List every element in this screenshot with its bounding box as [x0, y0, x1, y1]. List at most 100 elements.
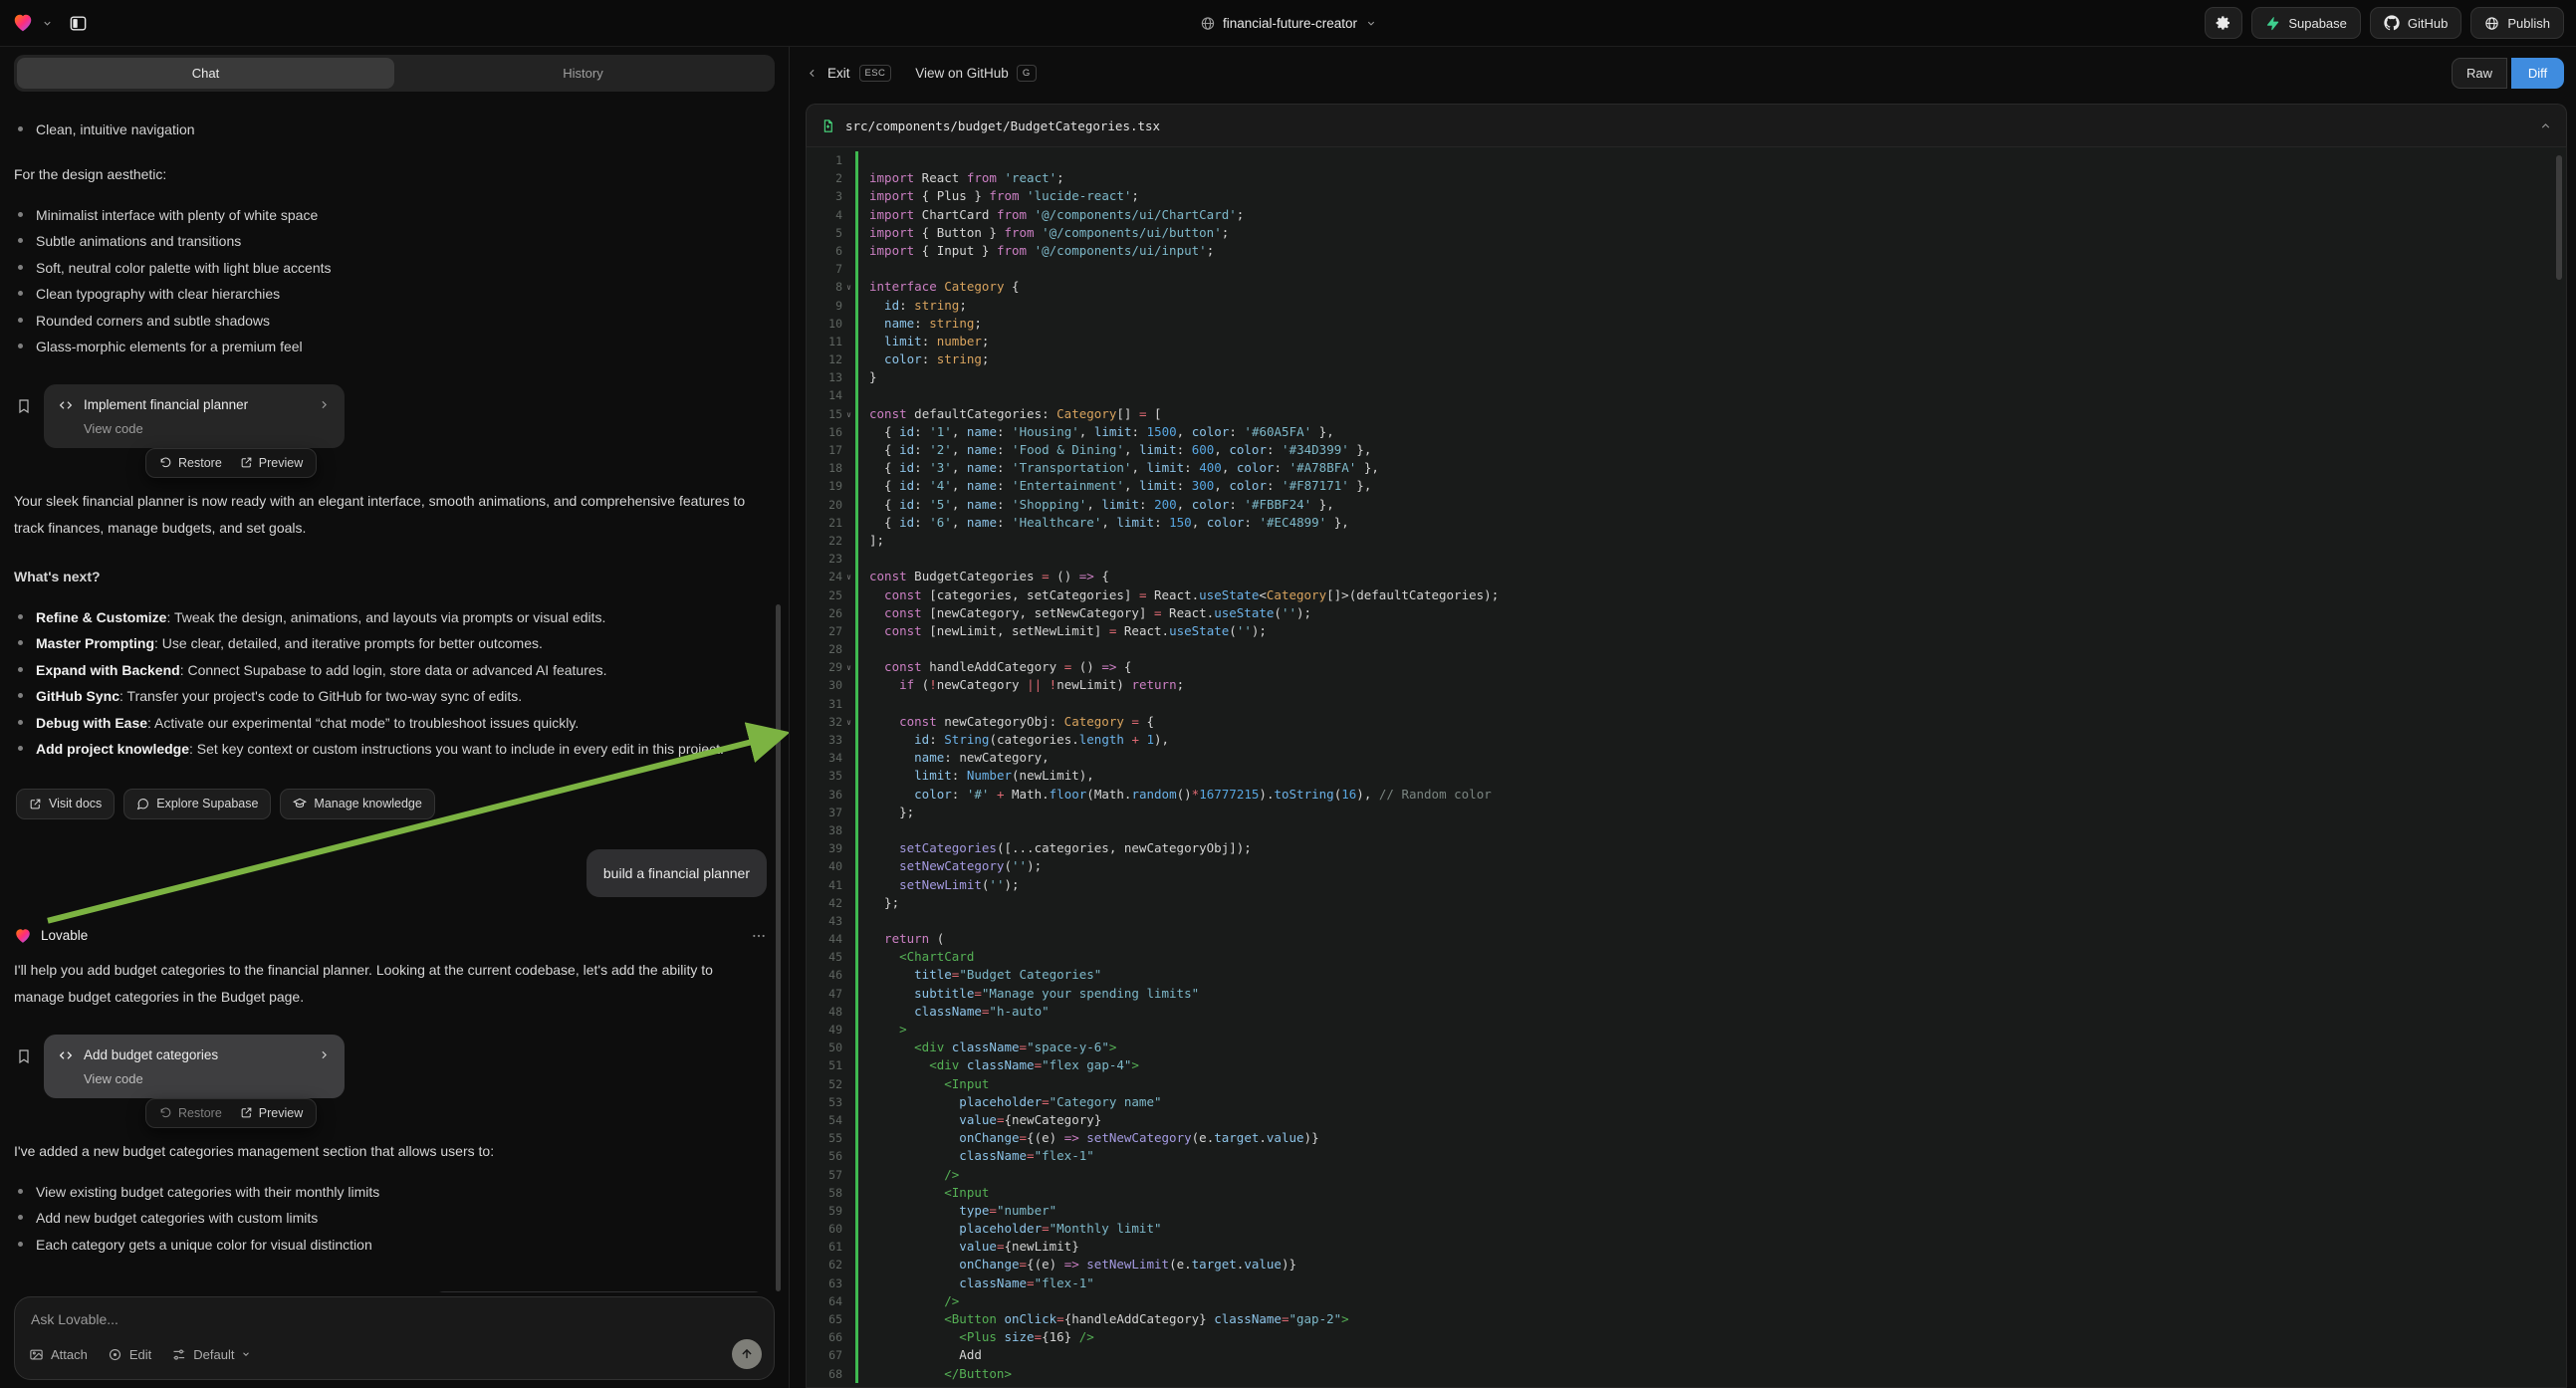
- code-line: 10 name: string;: [807, 315, 2566, 333]
- code-line: 56 className="flex-1": [807, 1147, 2566, 1165]
- target-icon: [108, 1347, 122, 1362]
- github-button[interactable]: GitHub: [2370, 7, 2461, 39]
- publish-button[interactable]: Publish: [2470, 7, 2564, 39]
- preview-button[interactable]: Preview: [240, 1106, 303, 1120]
- list-item: Add new budget categories with custom li…: [18, 1205, 767, 1232]
- code-line: 53 placeholder="Category name": [807, 1093, 2566, 1111]
- code-lines: 12import React from 'react';3import { Pl…: [807, 151, 2566, 1383]
- restore-button[interactable]: Restore: [159, 456, 222, 470]
- attach-image-icon: [29, 1347, 44, 1362]
- agent-name: Lovable: [41, 928, 88, 943]
- bullet-list: View existing budget categories with the…: [14, 1179, 767, 1259]
- code-scrollbar[interactable]: [2556, 155, 2562, 280]
- code-line: 12 color: string;: [807, 350, 2566, 368]
- composer-input[interactable]: Ask Lovable...: [31, 1311, 760, 1327]
- code-line: 46 title="Budget Categories": [807, 966, 2566, 984]
- agent-paragraph: Your sleek financial planner is now read…: [14, 488, 767, 542]
- view-code-link[interactable]: View code: [84, 421, 331, 436]
- tab-history[interactable]: History: [394, 58, 772, 89]
- chat-scrollbar[interactable]: [776, 604, 781, 1291]
- manage-knowledge-button[interactable]: Manage knowledge: [280, 789, 434, 819]
- tab-chat[interactable]: Chat: [17, 58, 394, 89]
- code-area[interactable]: 12import React from 'react';3import { Pl…: [806, 147, 2567, 1388]
- raw-diff-toggle: Raw Diff: [2452, 58, 2564, 89]
- code-line: 11 limit: number;: [807, 333, 2566, 350]
- edit-mode-button[interactable]: Edit: [108, 1347, 151, 1362]
- sidebar-toggle-icon[interactable]: [69, 14, 88, 33]
- bookmark-icon[interactable]: [16, 398, 32, 414]
- bookmark-icon[interactable]: [16, 1048, 32, 1064]
- esc-key-badge: ESC: [859, 65, 892, 82]
- explore-supabase-button[interactable]: Explore Supabase: [123, 789, 271, 819]
- code-icon: [58, 1047, 74, 1063]
- composer[interactable]: Ask Lovable... Attach Edit: [14, 1296, 775, 1380]
- list-item: View existing budget categories with the…: [18, 1179, 767, 1206]
- restore-icon: [159, 1106, 172, 1119]
- agent-paragraph: I'll help you add budget categories to t…: [14, 957, 767, 1011]
- code-line: 54 value={newCategory}: [807, 1111, 2566, 1129]
- external-link-icon: [240, 456, 253, 469]
- exit-button[interactable]: Exit ESC: [806, 65, 891, 82]
- agent-message-header: Lovable: [14, 927, 767, 945]
- list-item: Master Prompting: Use clear, detailed, a…: [18, 630, 767, 657]
- file-card: src/components/budget/BudgetCategories.t…: [806, 104, 2567, 1388]
- project-switcher[interactable]: financial-future-creator: [1200, 0, 1376, 46]
- file-diff-icon: [820, 118, 835, 133]
- supabase-label: Supabase: [2288, 16, 2347, 31]
- view-code-link[interactable]: View code: [84, 1071, 331, 1086]
- code-line: 30 if (!newCategory || !newLimit) return…: [807, 676, 2566, 694]
- code-line: 41 setNewLimit('');: [807, 876, 2566, 894]
- version-card[interactable]: Add budget categories View code: [44, 1035, 345, 1098]
- code-line: 26 const [newCategory, setNewCategory] =…: [807, 604, 2566, 622]
- chat-messages[interactable]: Clean, intuitive navigation For the desi…: [0, 101, 789, 1292]
- code-line: 34 name: newCategory,: [807, 749, 2566, 767]
- code-line: 44 return (: [807, 930, 2566, 948]
- list-item: Subtle animations and transitions: [18, 228, 767, 255]
- raw-toggle-button[interactable]: Raw: [2452, 58, 2507, 89]
- code-line: 45 <ChartCard: [807, 948, 2566, 966]
- code-line: 31: [807, 695, 2566, 713]
- view-on-github-button[interactable]: View on GitHub G: [915, 65, 1036, 82]
- list-item: Refine & Customize: Tweak the design, an…: [18, 604, 767, 631]
- lovable-heart-logo-icon[interactable]: [12, 12, 34, 34]
- collapse-chevron-up-icon[interactable]: [2539, 119, 2552, 132]
- supabase-icon: [2265, 16, 2280, 31]
- code-line: 5import { Button } from '@/components/ui…: [807, 224, 2566, 242]
- more-options-icon[interactable]: [751, 928, 767, 944]
- user-message: build a financial planner: [586, 849, 767, 897]
- design-heading: For the design aesthetic:: [14, 161, 767, 188]
- code-line: 33 id: String(categories.length + 1),: [807, 731, 2566, 749]
- list-item: Add project knowledge: Set key context o…: [18, 736, 767, 763]
- code-line: 59 type="number": [807, 1202, 2566, 1220]
- whats-next-list: Refine & Customize: Tweak the design, an…: [14, 604, 767, 763]
- settings-button[interactable]: [2205, 7, 2242, 39]
- file-header-bar[interactable]: src/components/budget/BudgetCategories.t…: [806, 104, 2567, 147]
- github-icon: [2384, 15, 2400, 31]
- code-line: 51 <div className="flex gap-4">: [807, 1056, 2566, 1074]
- restore-icon: [159, 456, 172, 469]
- code-line: 21 { id: '6', name: 'Healthcare', limit:…: [807, 514, 2566, 532]
- supabase-button[interactable]: Supabase: [2251, 7, 2361, 39]
- chevron-right-icon: [318, 1048, 331, 1061]
- send-button[interactable]: [732, 1339, 762, 1369]
- version-card[interactable]: Implement financial planner View code: [44, 384, 345, 448]
- chevron-down-icon: [241, 1349, 251, 1359]
- preview-button[interactable]: Preview: [240, 456, 303, 470]
- code-line: 62 onChange={(e) => setNewLimit(e.target…: [807, 1256, 2566, 1273]
- code-line: 35 limit: Number(newLimit),: [807, 767, 2566, 785]
- project-chevron-down-icon: [1365, 18, 1376, 29]
- code-line: 68 </Button>: [807, 1365, 2566, 1383]
- visit-docs-button[interactable]: Visit docs: [16, 789, 115, 819]
- diff-toggle-button[interactable]: Diff: [2511, 58, 2564, 89]
- code-line: 27 const [newLimit, setNewLimit] = React…: [807, 622, 2566, 640]
- sliders-icon: [171, 1347, 186, 1362]
- list-item: Clean, intuitive navigation: [18, 116, 767, 143]
- code-line: 40 setNewCategory('');: [807, 857, 2566, 875]
- code-line: 8∨interface Category {: [807, 278, 2566, 296]
- attach-button[interactable]: Attach: [29, 1347, 88, 1362]
- model-selector[interactable]: Default: [171, 1347, 251, 1362]
- restore-button[interactable]: Restore: [159, 1106, 222, 1120]
- logo-chevron-down-icon[interactable]: [42, 18, 53, 29]
- code-line: 23: [807, 550, 2566, 568]
- code-line: 52 <Input: [807, 1075, 2566, 1093]
